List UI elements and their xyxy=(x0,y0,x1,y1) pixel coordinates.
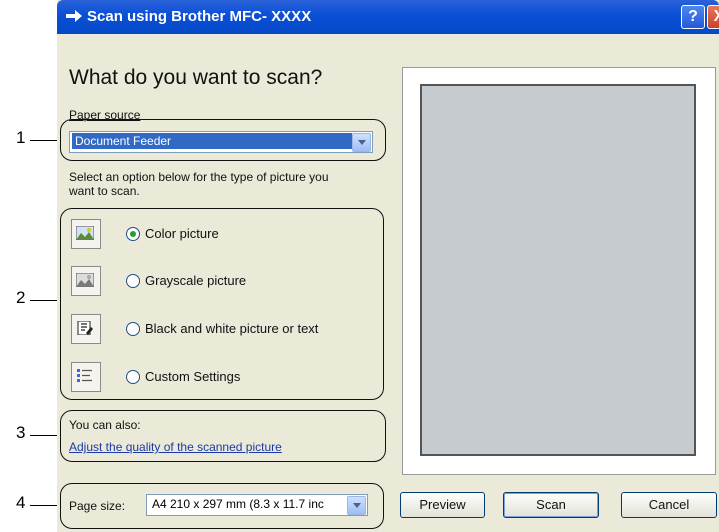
black-white-radio[interactable] xyxy=(126,322,140,336)
adjust-quality-link[interactable]: Adjust the quality of the scanned pictur… xyxy=(69,440,282,454)
window-title: Scan using Brother MFC- XXXX xyxy=(87,8,312,25)
you-can-also-label: You can also: xyxy=(69,418,141,432)
preview-area xyxy=(420,84,696,456)
chevron-down-icon[interactable] xyxy=(347,496,366,515)
title-bar[interactable]: Scan using Brother MFC- XXXX ? X xyxy=(57,0,719,34)
callout-line-3 xyxy=(30,435,60,436)
custom-settings-icon[interactable] xyxy=(71,362,101,392)
callout-line-4 xyxy=(30,505,60,506)
preview-button[interactable]: Preview xyxy=(400,492,485,518)
black-white-label[interactable]: Black and white picture or text xyxy=(145,321,318,336)
instruction-line-2: want to scan. xyxy=(69,184,140,198)
custom-settings-radio[interactable] xyxy=(126,370,140,384)
grayscale-picture-radio[interactable] xyxy=(126,274,140,288)
callout-number-1: 1 xyxy=(16,128,26,147)
page-size-select[interactable]: A4 210 x 297 mm (8.3 x 11.7 inc xyxy=(146,494,368,516)
instruction-line-1: Select an option below for the type of p… xyxy=(69,170,329,184)
callout-number-4: 4 xyxy=(16,493,26,512)
paper-source-select[interactable]: Document Feeder xyxy=(69,131,373,153)
page-title: What do you want to scan? xyxy=(69,66,323,89)
preview-frame xyxy=(402,67,716,475)
callout-line-2 xyxy=(30,300,60,301)
grayscale-picture-label[interactable]: Grayscale picture xyxy=(145,273,246,288)
color-picture-radio[interactable] xyxy=(126,227,140,241)
close-button[interactable]: X xyxy=(707,5,719,29)
page-size-value: A4 210 x 297 mm (8.3 x 11.7 inc xyxy=(152,497,324,511)
chevron-down-icon[interactable] xyxy=(352,133,371,152)
scan-dialog: Scan using Brother MFC- XXXX ? X What do… xyxy=(57,0,719,532)
help-button[interactable]: ? xyxy=(681,5,705,29)
callout-number-3: 3 xyxy=(16,423,26,442)
callout-line-1 xyxy=(30,140,60,141)
paper-source-label: Paper source xyxy=(69,108,141,122)
paper-source-value: Document Feeder xyxy=(72,133,352,149)
cancel-button[interactable]: Cancel xyxy=(621,492,717,518)
scan-button[interactable]: Scan xyxy=(503,492,599,518)
custom-settings-label[interactable]: Custom Settings xyxy=(145,369,240,384)
grayscale-picture-icon[interactable] xyxy=(71,266,101,296)
callout-number-2: 2 xyxy=(16,288,26,307)
color-picture-icon[interactable] xyxy=(71,219,101,249)
color-picture-label[interactable]: Color picture xyxy=(145,226,219,241)
arrow-right-icon xyxy=(66,10,82,22)
page-size-label: Page size: xyxy=(69,499,126,513)
black-white-text-icon[interactable] xyxy=(71,314,101,344)
